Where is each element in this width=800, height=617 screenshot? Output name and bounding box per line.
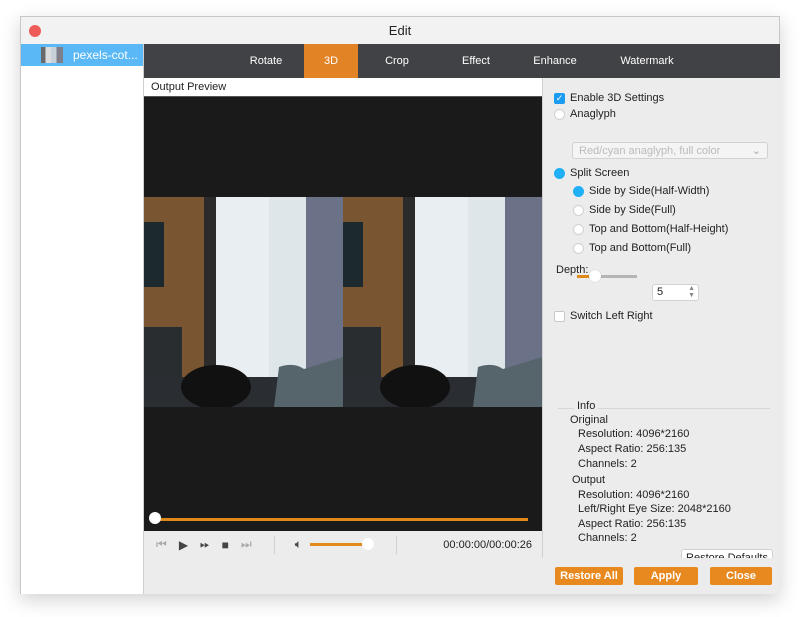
output-label: Output: [572, 474, 606, 486]
file-list-item[interactable]: pexels-cot...: [21, 44, 143, 66]
window-title: Edit: [388, 23, 412, 38]
volume-icon[interactable]: 🔈︎: [295, 537, 302, 552]
output-preview-label: Output Preview: [144, 78, 542, 97]
file-list: pexels-cot...: [21, 44, 144, 594]
depth-slider-handle[interactable]: [589, 270, 601, 282]
enable-3d-checkbox[interactable]: ✓: [554, 92, 565, 104]
switch-left-right-label: Switch Left Right: [570, 310, 653, 322]
tab-bar: Rotate 3D Crop Effect Enhance Watermark: [144, 44, 780, 78]
divider: [395, 535, 397, 554]
volume-slider[interactable]: [309, 538, 374, 550]
anaglyph-type-value: Red/cyan anaglyph, full color: [579, 145, 721, 157]
info-title: Info: [574, 400, 599, 412]
left-eye-frame: [144, 197, 343, 407]
progress-handle[interactable]: [149, 512, 161, 524]
output-info-line: Aspect Ratio: 256:135: [578, 518, 687, 530]
depth-value: 5: [657, 286, 664, 298]
split-option-label: Side by Side(Full): [589, 204, 676, 216]
tab-watermark[interactable]: Watermark: [594, 44, 700, 78]
anaglyph-radio[interactable]: [554, 108, 565, 120]
progress-track[interactable]: [154, 518, 528, 521]
depth-slider[interactable]: [577, 270, 637, 282]
file-name: pexels-cot...: [73, 48, 138, 62]
fast-forward-icon[interactable]: ⏩︎: [200, 537, 210, 552]
stepper-arrows-icon[interactable]: ▲ ▼: [688, 285, 695, 299]
tab-3d[interactable]: 3D: [304, 44, 358, 78]
tab-effect[interactable]: Effect: [436, 44, 516, 78]
split-option-label: Top and Bottom(Half-Height): [589, 223, 729, 235]
tab-rotate[interactable]: Rotate: [228, 44, 304, 78]
playback-controls: ⏮︎ ▶︎ ⏩︎ ■ ⏭︎ 🔈︎ 00:00:00/00:00:26: [144, 531, 542, 559]
close-button[interactable]: Close: [710, 567, 772, 585]
split-screen-label: Split Screen: [570, 167, 630, 179]
right-eye-frame: [343, 197, 542, 407]
split-option-row[interactable]: Top and Bottom(Half-Height): [573, 223, 728, 235]
skip-forward-icon[interactable]: ⏭︎: [241, 537, 252, 552]
tab-enhance[interactable]: Enhance: [516, 44, 594, 78]
footer-bar: Restore All Apply Close: [144, 558, 780, 594]
stop-icon[interactable]: ■: [222, 538, 229, 552]
3d-settings-panel: ✓ Enable 3D Settings Anaglyph Red/cyan a…: [542, 78, 780, 567]
tab-crop[interactable]: Crop: [358, 44, 436, 78]
split-screen-radio[interactable]: [554, 167, 565, 179]
anaglyph-type-dropdown[interactable]: Red/cyan anaglyph, full color ⌄: [572, 142, 768, 159]
enable-3d-row[interactable]: ✓ Enable 3D Settings: [554, 92, 664, 104]
enable-3d-label: Enable 3D Settings: [570, 92, 665, 104]
split-option-row[interactable]: Side by Side(Full): [573, 204, 676, 216]
split-option-row[interactable]: Top and Bottom(Full): [573, 242, 691, 254]
split-option-label: Top and Bottom(Full): [589, 242, 692, 254]
room-image-left: [144, 197, 343, 407]
split-screen-row[interactable]: Split Screen: [554, 167, 629, 179]
chevron-down-icon: ⌄: [751, 145, 761, 157]
original-info-line: Aspect Ratio: 256:135: [578, 443, 687, 455]
restore-all-button[interactable]: Restore All: [555, 567, 623, 585]
original-info-line: Channels: 2: [578, 458, 637, 470]
anaglyph-label: Anaglyph: [570, 108, 616, 120]
switch-left-right-checkbox[interactable]: [554, 310, 565, 322]
video-preview: [144, 97, 542, 531]
timecode: 00:00:00/00:00:26: [443, 538, 532, 551]
play-icon[interactable]: ▶︎: [179, 538, 188, 552]
split-option-row[interactable]: Side by Side(Half-Width): [573, 185, 709, 197]
top-bottom-full-radio[interactable]: [573, 242, 584, 254]
side-by-side-half-radio[interactable]: [573, 185, 584, 197]
close-window-button[interactable]: [29, 25, 41, 37]
skip-back-icon[interactable]: ⏮︎: [156, 537, 167, 552]
output-info-line: Channels: 2: [578, 532, 637, 544]
original-label: Original: [570, 414, 608, 426]
switch-left-right-row[interactable]: Switch Left Right: [554, 310, 653, 322]
video-thumbnail: [41, 47, 63, 63]
room-image-right: [343, 197, 542, 407]
original-info-line: Resolution: 4096*2160: [578, 428, 690, 440]
top-bottom-half-radio[interactable]: [573, 223, 584, 235]
apply-button[interactable]: Apply: [634, 567, 698, 585]
anaglyph-row[interactable]: Anaglyph: [554, 108, 616, 120]
title-bar: Edit: [21, 17, 779, 44]
volume-handle[interactable]: [361, 538, 374, 550]
depth-stepper[interactable]: 5 ▲ ▼: [652, 284, 699, 301]
output-info-line: Resolution: 4096*2160: [578, 489, 690, 501]
side-by-side-full-radio[interactable]: [573, 204, 584, 216]
edit-window: Edit pexels-cot... Rotate 3D Crop Effect…: [20, 16, 780, 594]
divider: [273, 535, 275, 554]
output-info-line: Left/Right Eye Size: 2048*2160: [578, 503, 731, 515]
split-option-label: Side by Side(Half-Width): [589, 185, 710, 197]
